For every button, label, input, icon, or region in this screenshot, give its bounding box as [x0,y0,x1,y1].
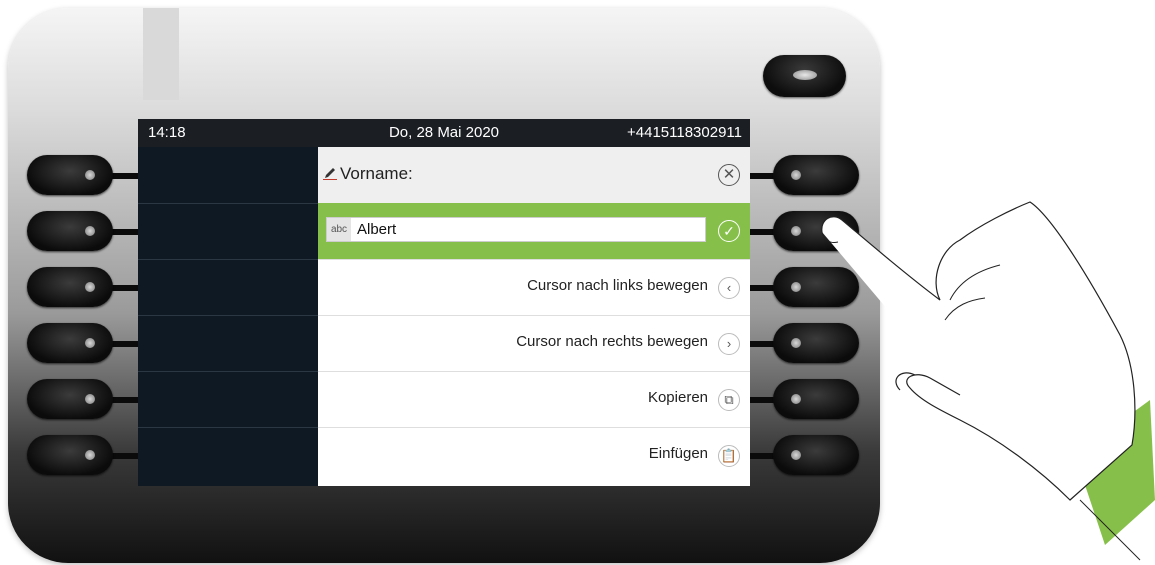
menu-item-paste[interactable]: Einfügen 📋 [318,427,750,483]
top-hardware-key[interactable] [763,55,846,97]
divider [138,427,318,428]
softkey-led [85,450,95,460]
left-panel [138,147,318,486]
menu-item-cursor-left[interactable]: Cursor nach links bewegen ‹ [318,259,750,316]
paste-icon: 📋 [718,445,740,467]
softkey-led [791,226,801,236]
notification-led-strip [143,8,179,100]
divider [138,203,318,204]
softkey-led [85,338,95,348]
left-softkey-1[interactable] [27,155,113,195]
right-softkey-1[interactable] [773,155,859,195]
status-bar: 14:18 Do, 28 Mai 2020 +4415118302911 [138,119,750,147]
divider [138,259,318,260]
divider [138,371,318,372]
left-softkey-5[interactable] [27,379,113,419]
input-value: Albert [357,221,397,238]
divider [138,315,318,316]
softkey-led [791,338,801,348]
menu-item-label: Cursor nach rechts bewegen [516,333,708,350]
copy-icon: ⧉ [718,389,740,411]
firstname-input[interactable]: abc Albert [326,217,706,242]
left-softkey-6[interactable] [27,435,113,475]
check-circle-icon[interactable]: ✓ [718,220,740,242]
softkey-led [791,282,801,292]
input-row: abc Albert ✓ [318,203,750,260]
status-phone-number: +4415118302911 [627,124,742,141]
edit-dialog: Vorname: ✕ abc Albert ✓ Cursor nach link… [318,147,750,486]
chevron-right-icon: › [718,333,740,355]
softkey-led [791,170,801,180]
left-softkey-2[interactable] [27,211,113,251]
menu-item-cursor-right[interactable]: Cursor nach rechts bewegen › [318,315,750,372]
chevron-left-icon: ‹ [718,277,740,299]
softkey-led [791,450,801,460]
softkey-led [85,394,95,404]
dialog-title: Vorname: [340,164,413,183]
top-key-led [793,70,817,80]
menu-item-label: Kopieren [647,389,708,406]
left-softkey-3[interactable] [27,267,113,307]
pointing-hand-illustration [821,201,1155,561]
display-screen: 14:18 Do, 28 Mai 2020 +4415118302911 Vor… [138,119,750,486]
menu-item-copy[interactable]: Kopieren ⧉ [318,371,750,428]
menu-item-label: Cursor nach links bewegen [527,277,708,294]
softkey-led [85,170,95,180]
left-softkey-4[interactable] [27,323,113,363]
softkey-led [85,282,95,292]
input-mode-badge: abc [327,218,351,241]
close-circle-icon[interactable]: ✕ [718,164,740,186]
menu-item-label: Einfügen [648,445,708,462]
softkey-led [791,394,801,404]
pencil-icon [323,168,337,180]
softkey-led [85,226,95,236]
dialog-header: Vorname: ✕ [318,147,750,204]
